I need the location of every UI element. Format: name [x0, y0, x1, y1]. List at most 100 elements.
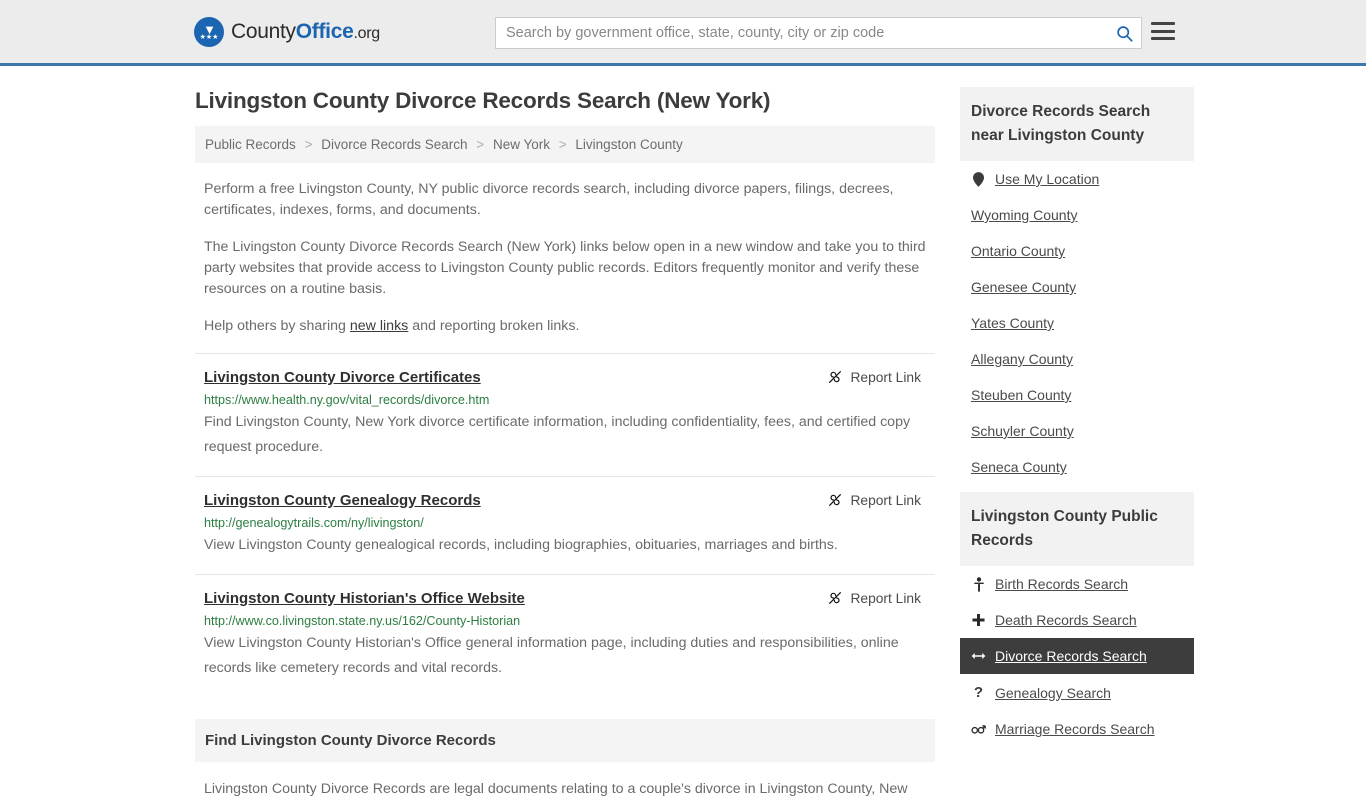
broken-link-icon	[829, 371, 842, 383]
use-my-location-item[interactable]: Use My Location	[960, 161, 1194, 197]
split-arrows-icon	[971, 650, 986, 662]
intro-paragraph-1: Perform a free Livingston County, NY pub…	[204, 181, 894, 218]
intro-paragraph-3: Help others by sharing new links and rep…	[195, 316, 935, 337]
breadcrumb-item-public-records[interactable]: Public Records	[205, 137, 296, 152]
baby-icon	[971, 576, 986, 592]
marriage-records-link[interactable]: Marriage Records Search	[995, 721, 1155, 737]
county-link[interactable]: Schuyler County	[971, 423, 1074, 439]
result-item: Livingston County Divorce Certificates R…	[195, 353, 935, 476]
cross-icon	[971, 613, 986, 627]
sidebar-item-allegany-county[interactable]: Allegany County	[960, 341, 1194, 377]
nearby-searches-heading: Divorce Records Search near Livingston C…	[960, 87, 1194, 161]
breadcrumb-item-new-york[interactable]: New York	[493, 137, 550, 152]
result-description: View Livingston County genealogical reco…	[204, 537, 838, 553]
birth-records-link[interactable]: Birth Records Search	[995, 576, 1128, 592]
search-bar	[495, 17, 1142, 49]
report-link-button[interactable]: Report Link	[827, 492, 921, 508]
sidebar-item-divorce-records-search[interactable]: Divorce Records Search	[960, 638, 1194, 674]
result-header: Livingston County Historian's Office Web…	[204, 589, 926, 608]
result-title-link[interactable]: Livingston County Genealogy Records	[204, 491, 481, 510]
intro-section: Perform a free Livingston County, NY pub…	[195, 179, 935, 337]
brand-part-office: Office	[295, 19, 354, 43]
sidebar-item-schuyler-county[interactable]: Schuyler County	[960, 413, 1194, 449]
report-link-label: Report Link	[850, 369, 921, 385]
intro-text-before: Help others by sharing	[204, 318, 350, 334]
stars-glyph: ★★★	[199, 34, 219, 41]
result-description: View Livingston County Historian's Offic…	[204, 635, 899, 676]
nearby-county-list: Use My Location Wyoming County Ontario C…	[960, 161, 1194, 485]
site-logo-link[interactable]: ▼ ★★★ CountyOffice.org	[194, 16, 380, 47]
sidebar-item-genealogy-search[interactable]: ? Genealogy Search	[960, 674, 1194, 711]
question-mark-icon: ?	[973, 684, 984, 701]
intro-paragraph-2: The Livingston County Divorce Records Se…	[204, 239, 926, 297]
find-records-body: Livingston County Divorce Records are le…	[195, 778, 935, 801]
county-link[interactable]: Genesee County	[971, 279, 1076, 295]
eagle-glyph: ▼	[203, 22, 216, 37]
page-body: Livingston County Divorce Records Search…	[0, 66, 1366, 801]
hamburger-bar	[1151, 29, 1175, 33]
sidebar-item-marriage-records-search[interactable]: Marriage Records Search	[960, 711, 1194, 747]
broken-link-icon	[829, 592, 842, 604]
intro-text-after: and reporting broken links.	[408, 318, 580, 334]
result-header: Livingston County Genealogy Records Repo…	[204, 491, 926, 510]
report-link-label: Report Link	[850, 590, 921, 606]
main-content: Livingston County Divorce Records Search…	[195, 87, 935, 801]
sidebar-item-death-records-search[interactable]: Death Records Search	[960, 602, 1194, 638]
site-header: ▼ ★★★ CountyOffice.org	[0, 0, 1366, 66]
result-url: https://www.health.ny.gov/vital_records/…	[204, 393, 490, 407]
death-records-link[interactable]: Death Records Search	[995, 612, 1137, 628]
male-female-icon	[971, 722, 986, 736]
county-link[interactable]: Yates County	[971, 315, 1054, 331]
sidebar-item-wyoming-county[interactable]: Wyoming County	[960, 197, 1194, 233]
divorce-records-link[interactable]: Divorce Records Search	[995, 648, 1147, 664]
sidebar: Divorce Records Search near Livingston C…	[960, 87, 1194, 801]
hamburger-bar	[1151, 37, 1175, 40]
report-link-label: Report Link	[850, 492, 921, 508]
result-header: Livingston County Divorce Certificates R…	[204, 368, 926, 387]
breadcrumb-separator: >	[558, 137, 567, 152]
sidebar-item-ontario-county[interactable]: Ontario County	[960, 233, 1194, 269]
magnifier-icon	[1116, 25, 1133, 42]
public-records-heading: Livingston County Public Records	[960, 492, 1194, 566]
search-input[interactable]	[496, 19, 1107, 47]
result-url: http://www.co.livingston.state.ny.us/162…	[204, 614, 521, 628]
broken-link-icon	[829, 494, 842, 506]
sidebar-item-steuben-county[interactable]: Steuben County	[960, 377, 1194, 413]
find-records-paragraph: Livingston County Divorce Records are le…	[204, 781, 908, 797]
brand-wordmark: CountyOffice.org	[231, 20, 380, 44]
brand-part-county: County	[231, 19, 296, 43]
sidebar-item-genesee-county[interactable]: Genesee County	[960, 269, 1194, 305]
result-title-link[interactable]: Livingston County Historian's Office Web…	[204, 589, 525, 608]
breadcrumb-separator: >	[476, 137, 485, 152]
find-records-heading: Find Livingston County Divorce Records	[195, 719, 935, 762]
sidebar-item-seneca-county[interactable]: Seneca County	[960, 449, 1194, 485]
genealogy-link[interactable]: Genealogy Search	[995, 685, 1111, 701]
county-link[interactable]: Ontario County	[971, 243, 1065, 259]
sidebar-item-birth-records-search[interactable]: Birth Records Search	[960, 566, 1194, 602]
county-link[interactable]: Wyoming County	[971, 207, 1077, 223]
result-url: http://genealogytrails.com/ny/livingston…	[204, 516, 424, 530]
result-item: Livingston County Genealogy Records Repo…	[195, 476, 935, 574]
search-button[interactable]	[1107, 19, 1141, 47]
brand-part-tld: .org	[353, 24, 380, 42]
page-title: Livingston County Divorce Records Search…	[195, 88, 771, 113]
map-pin-icon	[971, 171, 986, 187]
public-records-list: Birth Records Search Death Records Searc…	[960, 566, 1194, 747]
report-link-button[interactable]: Report Link	[827, 369, 921, 385]
breadcrumb-item-livingston-county: Livingston County	[575, 137, 683, 152]
result-description: Find Livingston County, New York divorce…	[204, 414, 911, 455]
breadcrumb-item-divorce-records-search[interactable]: Divorce Records Search	[321, 137, 467, 152]
report-link-button[interactable]: Report Link	[827, 590, 921, 606]
result-item: Livingston County Historian's Office Web…	[195, 574, 935, 697]
hamburger-menu-icon[interactable]	[1151, 20, 1175, 42]
county-link[interactable]: Steuben County	[971, 387, 1071, 403]
county-link[interactable]: Allegany County	[971, 351, 1073, 367]
eagle-shield-logo-icon: ▼ ★★★	[194, 16, 224, 47]
breadcrumb: Public Records > Divorce Records Search …	[195, 126, 935, 163]
sidebar-item-yates-county[interactable]: Yates County	[960, 305, 1194, 341]
result-title-link[interactable]: Livingston County Divorce Certificates	[204, 368, 481, 387]
use-my-location-link[interactable]: Use My Location	[995, 171, 1099, 187]
new-links-link[interactable]: new links	[350, 318, 408, 334]
county-link[interactable]: Seneca County	[971, 459, 1067, 475]
